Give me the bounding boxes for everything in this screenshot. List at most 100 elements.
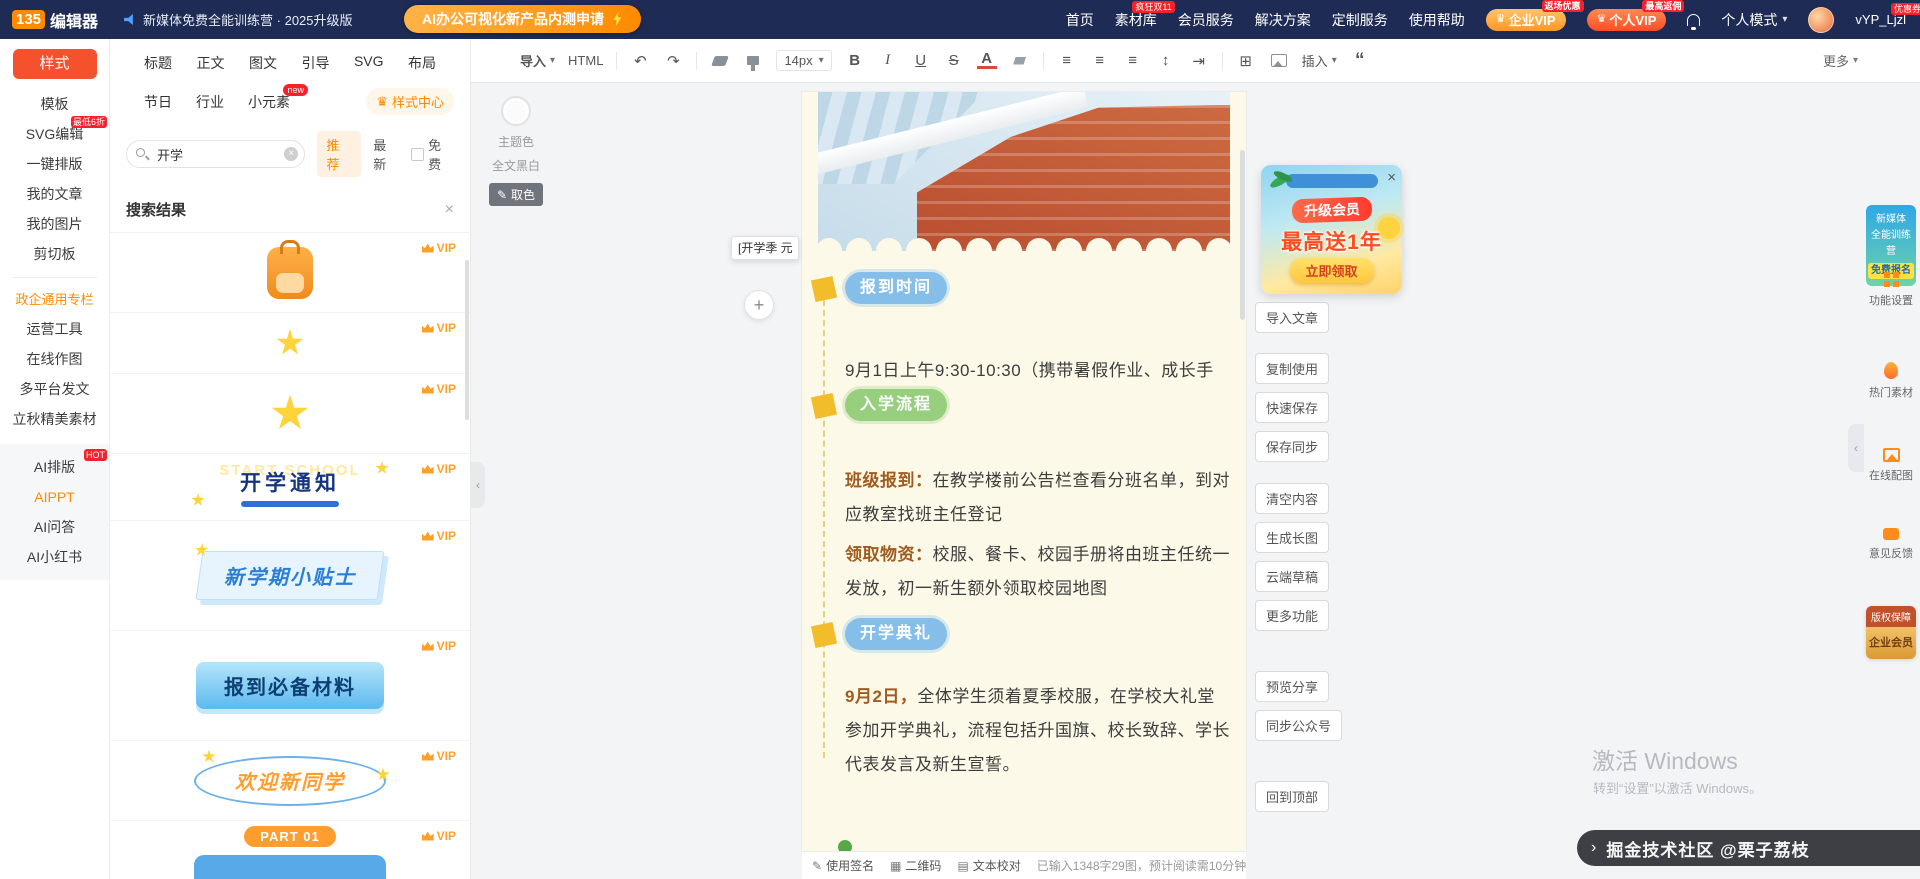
image-icon[interactable]	[1269, 54, 1289, 67]
undo-icon[interactable]: ↶	[630, 52, 650, 70]
sidebar-item-ai-qa[interactable]: AI问答	[0, 512, 109, 542]
sidebar-item-templates[interactable]: 模板	[0, 89, 109, 119]
sidebar-item-ai-layout[interactable]: AI排版 HOT	[0, 449, 109, 482]
save-sync-button[interactable]: 保存同步	[1255, 431, 1330, 462]
nav-material-library[interactable]: 素材库 疯狂双11	[1115, 0, 1175, 30]
qrcode-button[interactable]: ▦ 二维码	[890, 857, 941, 874]
style-item-backpack[interactable]: VIP	[110, 233, 470, 313]
sidebar-item-operation-tools[interactable]: 运营工具	[0, 314, 109, 344]
tab-guide[interactable]: 引导	[301, 53, 329, 73]
theme-color-swatch[interactable]	[501, 96, 531, 126]
more-functions-button[interactable]: 更多功能	[1255, 600, 1330, 631]
sidebar-item-svg-editor[interactable]: SVG编辑 最低6折	[0, 116, 109, 149]
section-title-enrollment-process[interactable]: 入学流程	[845, 389, 948, 421]
tab-layout[interactable]: 布局	[408, 53, 436, 73]
personal-vip-button[interactable]: ♛ 个人VIP 最高返佣	[1586, 0, 1685, 31]
sidebar-item-ai-ppt[interactable]: AIPPT	[0, 482, 109, 512]
clear-format-icon[interactable]	[710, 55, 730, 66]
rail-item-hot-materials[interactable]: 热门素材	[1862, 362, 1920, 400]
underline-button[interactable]: U	[911, 52, 931, 69]
sidebar-item-my-images[interactable]: 我的图片	[0, 209, 109, 239]
tab-small-elements[interactable]: 小元素 new	[248, 83, 308, 112]
enterprise-vip-button[interactable]: ♛ 企业VIP 返场优惠	[1485, 0, 1584, 31]
generate-long-image-button[interactable]: 生成长图	[1255, 522, 1330, 553]
sidebar-item-online-drawing[interactable]: 在线作图	[0, 344, 109, 374]
sidebar-item-gov-enterprise[interactable]: 政企通用专栏	[0, 286, 109, 314]
sidebar-item-style[interactable]: 样式	[12, 49, 97, 79]
style-item-part01[interactable]: VIP PART 01	[110, 821, 470, 879]
strikethrough-button[interactable]: S	[944, 52, 964, 69]
rail-item-settings[interactable]: 功能设置	[1862, 272, 1920, 308]
rail-item-online-images[interactable]: 在线配图	[1862, 448, 1920, 483]
username[interactable]: vYP_Ljzl 优惠券	[1855, 3, 1920, 27]
tab-title[interactable]: 标题	[144, 53, 172, 73]
nav-solutions[interactable]: 解决方案	[1255, 10, 1311, 30]
close-icon[interactable]: ×	[445, 201, 454, 219]
panel-scrollbar[interactable]	[465, 260, 469, 420]
sidebar-item-ai-xiaohongshu[interactable]: AI小红书	[0, 542, 109, 572]
more-button[interactable]: 更多 ▾	[1823, 51, 1858, 70]
style-item-registration-materials[interactable]: VIP 报到必备材料	[110, 631, 470, 741]
preview-share-button[interactable]: 预览分享	[1255, 671, 1330, 702]
highlight-color-button[interactable]	[1010, 56, 1030, 65]
filter-free[interactable]: 免费	[411, 135, 454, 173]
ai-product-apply-button[interactable]: AI办公可视化新产品内测申请	[404, 5, 641, 33]
bottom-right-bar[interactable]: › 掘金技术社区 @栗子荔枝	[1577, 830, 1920, 866]
black-white-label[interactable]: 全文黑白	[480, 157, 552, 174]
copyright-protection-badge[interactable]: 版权保障 企业会员	[1866, 606, 1916, 659]
back-to-top-button[interactable]: 回到顶部	[1255, 781, 1330, 812]
color-picker-button[interactable]: ✎ 取色	[488, 183, 544, 206]
mode-select[interactable]: 个人模式 ▾	[1721, 10, 1787, 30]
sidebar-item-one-click-layout[interactable]: 一键排版	[0, 149, 109, 179]
announcement-banner[interactable]: 新媒体免费全能训练营 · 2025升级版	[124, 10, 353, 29]
add-block-button[interactable]: +	[744, 290, 774, 320]
style-item-new-term-tips[interactable]: VIP 新学期小贴士	[110, 521, 470, 631]
document-canvas[interactable]: 报到时间 9月1日上午9:30-10:30（携带暑假作业、成长手册） 入学流程 …	[802, 92, 1246, 851]
import-button[interactable]: 导入 ▾	[520, 51, 555, 70]
import-article-button[interactable]: 导入文章	[1255, 302, 1330, 333]
indent-icon[interactable]: ⇥	[1189, 52, 1209, 70]
search-input[interactable]	[126, 140, 306, 168]
copy-use-button[interactable]: 复制使用	[1255, 353, 1330, 384]
filter-latest[interactable]: 最新	[373, 135, 399, 173]
close-icon[interactable]: ×	[1387, 169, 1396, 186]
sidebar-item-multi-platform[interactable]: 多平台发文	[0, 374, 109, 404]
claim-now-button[interactable]: 立即领取	[1289, 258, 1374, 283]
theme-color-label[interactable]: 主题色	[480, 133, 552, 150]
tab-svg[interactable]: SVG	[354, 53, 384, 73]
tab-image-text[interactable]: 图文	[249, 53, 277, 73]
paragraph-class-registration[interactable]: 班级报到：在教学楼前公告栏查看分班名单，到对应教室找班主任登记	[845, 464, 1232, 532]
style-item-star[interactable]: VIP	[110, 374, 470, 454]
tab-body[interactable]: 正文	[196, 53, 224, 73]
quick-save-button[interactable]: 快速保存	[1255, 392, 1330, 423]
tab-festival[interactable]: 节日	[144, 92, 172, 112]
chevron-right-icon[interactable]: ›	[1591, 839, 1596, 857]
style-item-welcome-students[interactable]: VIP 欢迎新同学	[110, 741, 470, 821]
collapse-rail-handle[interactable]: ‹	[1848, 424, 1864, 472]
notification-bell-icon[interactable]	[1687, 13, 1701, 30]
clear-content-button[interactable]: 清空内容	[1255, 483, 1330, 514]
table-icon[interactable]: ⊞	[1236, 52, 1256, 70]
collapse-panel-handle[interactable]: ‹	[471, 462, 485, 508]
nav-member-services[interactable]: 会员服务	[1178, 10, 1234, 30]
bold-button[interactable]: B	[845, 52, 865, 69]
sync-official-account-button[interactable]: 同步公众号	[1255, 710, 1343, 741]
format-painter-icon[interactable]	[743, 56, 763, 71]
paragraph-supplies[interactable]: 领取物资：校服、餐卡、校园手册将由班主任统一发放，初一新生额外领取校园地图	[845, 538, 1232, 606]
font-size-select[interactable]: 14px ▾	[776, 50, 832, 71]
app-logo[interactable]: 135 编辑器	[0, 8, 108, 32]
sidebar-item-clipboard[interactable]: 剪切板	[0, 239, 109, 269]
user-avatar[interactable]	[1808, 6, 1835, 33]
filter-recommend[interactable]: 推荐	[317, 131, 362, 177]
tab-industry[interactable]: 行业	[196, 92, 224, 112]
section-title-checkin-time[interactable]: 报到时间	[845, 272, 948, 304]
align-icon[interactable]: ≡	[1123, 52, 1143, 69]
insert-button[interactable]: 插入 ▾	[1302, 51, 1337, 70]
quote-icon[interactable]: “	[1350, 50, 1370, 72]
bullet-list-icon[interactable]: ≡	[1057, 52, 1077, 69]
use-signature-button[interactable]: ✎ 使用签名	[812, 857, 874, 874]
ordered-list-icon[interactable]: ≡	[1090, 52, 1110, 69]
vip-upgrade-promo[interactable]: × 升级会员 最高送1年 立即领取	[1261, 165, 1402, 294]
cloud-draft-button[interactable]: 云端草稿	[1255, 561, 1330, 592]
section-title-opening-ceremony[interactable]: 开学典礼	[845, 618, 948, 650]
